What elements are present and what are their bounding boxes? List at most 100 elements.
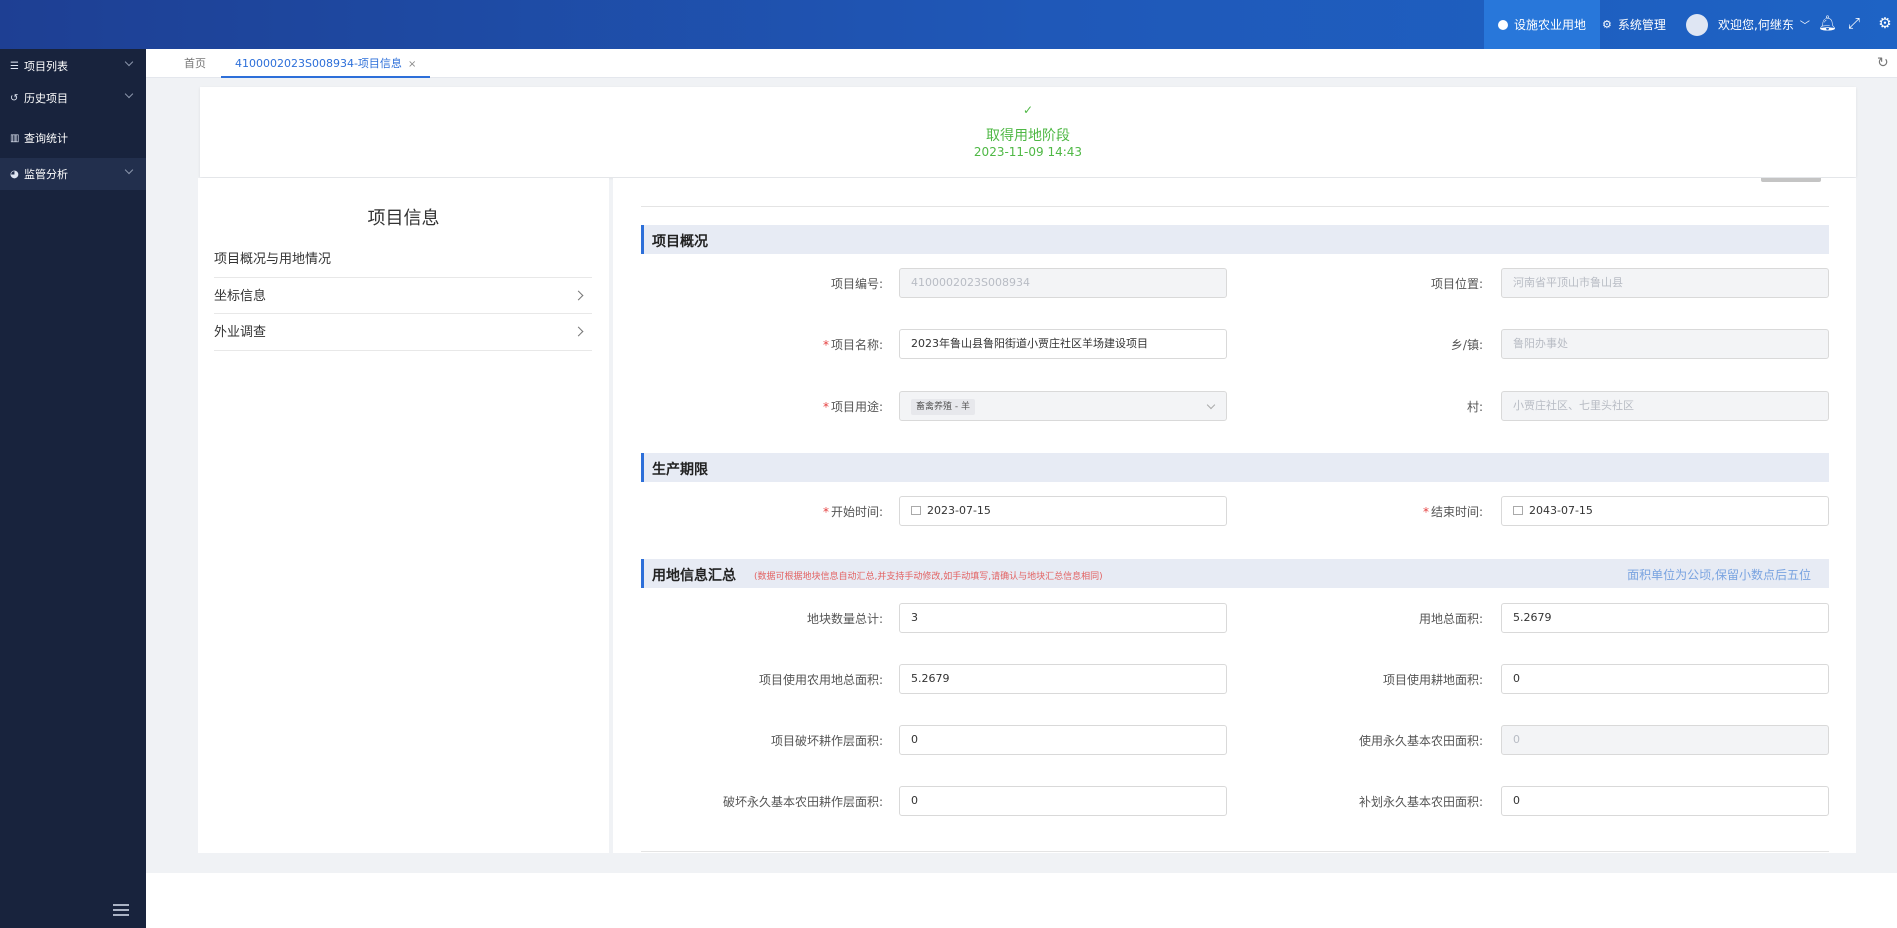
chevron-down-icon [124, 89, 134, 99]
tab-project-info[interactable]: 4100002023S008934-项目信息 × [221, 49, 431, 78]
section-title: 用地信息汇总 [652, 568, 736, 584]
parcel-count-label: 地块数量总计: [806, 612, 883, 626]
project-nav-panel: 项目信息 项目概况与用地情况 坐标信息 外业调查 [198, 178, 609, 853]
fullscreen-icon[interactable]: ⤢ [1845, 14, 1863, 32]
required-mark: * [822, 505, 829, 519]
town-label: 乡/镇: [1450, 338, 1483, 352]
nav-system-admin-label: 系统管理 [1617, 18, 1666, 32]
start-date-label: * 开始时间: [713, 503, 883, 520]
chevron-right-icon [573, 290, 584, 301]
sidebar-item-label: 监管分析 [24, 168, 68, 181]
list-icon: ☰ [10, 60, 19, 72]
total-area-input[interactable]: 5.2679 [1501, 603, 1829, 633]
end-date-value: 2043-07-15 [1529, 504, 1593, 517]
label-text: 开始时间: [830, 505, 883, 519]
stage-time: 2023-11-09 14:43 [973, 145, 1083, 159]
project-name-input[interactable]: 2023年鲁山县鲁阳街道小贾庄社区羊场建设项目 [899, 329, 1227, 359]
start-date-value: 2023-07-15 [927, 504, 991, 517]
check-icon: ✓ [1022, 103, 1034, 117]
refresh-icon[interactable]: ↻ [1877, 55, 1893, 71]
sidebar-item-label: 历史项目 [24, 92, 68, 105]
project-no-label: 项目编号: [830, 277, 883, 291]
label-text: 结束时间: [1430, 505, 1483, 519]
chevron-down-icon [124, 57, 134, 67]
permanent-basic-field: 0 [1501, 725, 1829, 755]
supplement-permanent-label: 补划永久基本农田面积: [1358, 795, 1483, 809]
required-mark: * [822, 400, 829, 414]
chevron-down-icon [124, 165, 134, 175]
pie-chart-icon: ◕ [10, 168, 19, 180]
tab-home[interactable]: 首页 [170, 49, 220, 78]
calendar-icon [911, 506, 921, 515]
damaged-layer-input[interactable]: 0 [899, 725, 1227, 755]
bell-icon[interactable]: 🔔︎ [1818, 14, 1837, 32]
project-name-label: * 项目名称: [713, 336, 883, 353]
total-area-label: 用地总面积: [1418, 612, 1483, 626]
nav-item-label: 外业调查 [214, 325, 267, 340]
nav-facility-land-label: 设施农业用地 [1514, 18, 1587, 32]
sidebar-item-label: 项目列表 [24, 60, 68, 73]
tab-project-info-label: 4100002023S008934-项目信息 [235, 57, 402, 70]
farmland-area-input[interactable]: 5.2679 [899, 664, 1227, 694]
chevron-down-icon [1206, 400, 1216, 410]
sidebar-item-query-stats[interactable]: ▥ 查询统计 [0, 122, 146, 154]
nav-item-overview[interactable]: 项目概况与用地情况 [214, 241, 592, 278]
label-text: 项目用途: [830, 400, 883, 414]
nav-system-admin[interactable]: ⚙ 系统管理 [1588, 0, 1680, 49]
usage-select[interactable]: 畜禽养殖 - 羊 [899, 391, 1227, 421]
sidebar-item-label: 查询统计 [24, 132, 68, 145]
top-header: 设施农业用地 ⚙ 系统管理 欢迎您,何继东 ﹀ 🔔︎ ⤢ ⚙ [0, 0, 1897, 49]
end-date-picker[interactable]: 2043-07-15 [1501, 496, 1829, 526]
section-title: 生产期限 [652, 462, 708, 478]
damaged-layer-label: 项目破坏耕作层面积: [770, 734, 883, 748]
nav-facility-land[interactable]: 设施农业用地 [1484, 0, 1601, 49]
settings-icon[interactable]: ⚙ [1876, 14, 1894, 32]
footer-area [146, 873, 1897, 928]
cultivated-area-input[interactable]: 0 [1501, 664, 1829, 694]
label-text: 项目名称: [830, 338, 883, 352]
sidebar-item-history[interactable]: ↺ 历史项目 [0, 82, 146, 114]
village-field: 小贾庄社区、七里头社区 [1501, 391, 1829, 421]
sidebar-item-supervision[interactable]: ◕ 监管分析 [0, 158, 146, 190]
farmland-area-label: 项目使用农用地总面积: [758, 673, 883, 687]
required-mark: * [822, 338, 829, 352]
history-icon: ↺ [10, 92, 19, 104]
bar-chart-icon: ▥ [10, 132, 20, 144]
pie-chart-icon [1498, 19, 1508, 30]
usage-label: * 项目用途: [713, 398, 883, 415]
chevron-right-icon [573, 326, 584, 337]
parcel-count-input[interactable]: 3 [899, 603, 1227, 633]
sidebar-item-project-list[interactable]: ☰ 项目列表 [0, 50, 146, 82]
damaged-permanent-label: 破坏永久基本农田耕作层面积: [722, 795, 883, 809]
divider [641, 851, 1829, 852]
status-card: ✓ 取得用地阶段 2023-11-09 14:43 [200, 87, 1856, 177]
user-menu[interactable]: 欢迎您,何继东 ﹀ [1672, 0, 1824, 49]
section-title: 项目概况 [652, 234, 708, 250]
panel-title: 项目信息 [367, 208, 440, 229]
nav-item-field-survey[interactable]: 外业调查 [214, 314, 592, 351]
cultivated-area-label: 项目使用耕地面积: [1382, 673, 1483, 687]
section-note: (数据可根据地块信息自动汇总,并支持手动修改,如手动填写,请确认与地块汇总信息相… [754, 572, 1103, 582]
collapse-menu-icon[interactable] [113, 904, 129, 918]
project-no-field: 4100002023S008934 [899, 268, 1227, 298]
top-action-button[interactable] [1761, 178, 1821, 182]
location-label: 项目位置: [1430, 277, 1483, 291]
end-date-label: * 结束时间: [1313, 503, 1483, 520]
project-form-panel: 项目概况 项目编号: 4100002023S008934 项目位置: 河南省平顶… [613, 178, 1856, 853]
town-field: 鲁阳办事处 [1501, 329, 1829, 359]
damaged-permanent-input[interactable]: 0 [899, 786, 1227, 816]
section-header-production: 生产期限 [641, 453, 1829, 482]
stage-label: 取得用地阶段 [986, 128, 1070, 144]
nav-item-coordinates[interactable]: 坐标信息 [214, 277, 592, 314]
unit-note: 面积单位为公顷,保留小数点后五位 [1627, 568, 1811, 582]
close-icon[interactable]: × [408, 59, 416, 70]
chevron-down-icon: ﹀ [1799, 21, 1810, 32]
divider [641, 206, 1829, 207]
supplement-permanent-input[interactable]: 0 [1501, 786, 1829, 816]
required-mark: * [1422, 505, 1429, 519]
nav-item-label: 坐标信息 [214, 289, 267, 304]
avatar [1686, 13, 1708, 36]
calendar-icon [1513, 506, 1523, 515]
start-date-picker[interactable]: 2023-07-15 [899, 496, 1227, 526]
tabs-bar: 首页 4100002023S008934-项目信息 × ↻ [146, 49, 1897, 78]
